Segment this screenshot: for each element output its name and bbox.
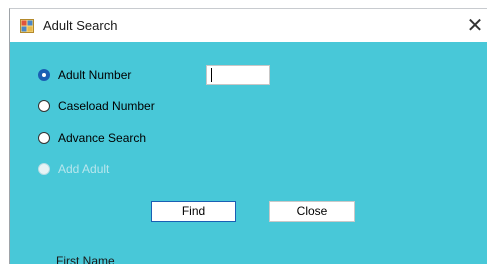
title-bar[interactable]: Adult Search ✕ [10, 9, 487, 42]
adult-number-input[interactable] [206, 65, 270, 85]
app-window-icon [20, 19, 34, 33]
radio-adult-number[interactable]: Adult Number [38, 66, 131, 84]
search-panel: Adult Number Caseload Number Advance Sea… [10, 42, 487, 264]
window-title: Adult Search [43, 18, 118, 33]
radio-button[interactable] [38, 132, 50, 144]
adult-search-window: Adult Search ✕ Adult Number Caseload Num… [9, 8, 487, 264]
radio-label: Add Adult [58, 162, 110, 176]
text-caret [211, 68, 212, 82]
radio-button-disabled [38, 163, 50, 175]
radio-label: Adult Number [58, 68, 132, 82]
radio-button[interactable] [38, 100, 50, 112]
radio-add-adult: Add Adult [38, 160, 109, 178]
radio-caseload-number[interactable]: Caseload Number [38, 97, 155, 115]
radio-label: Caseload Number [58, 99, 155, 113]
close-button[interactable]: Close [269, 201, 355, 222]
close-icon[interactable]: ✕ [462, 11, 487, 39]
radio-button-selected[interactable] [38, 69, 50, 81]
find-button[interactable]: Find [151, 201, 236, 222]
radio-label: Advance Search [58, 131, 147, 145]
radio-advance-search[interactable]: Advance Search [38, 129, 146, 147]
